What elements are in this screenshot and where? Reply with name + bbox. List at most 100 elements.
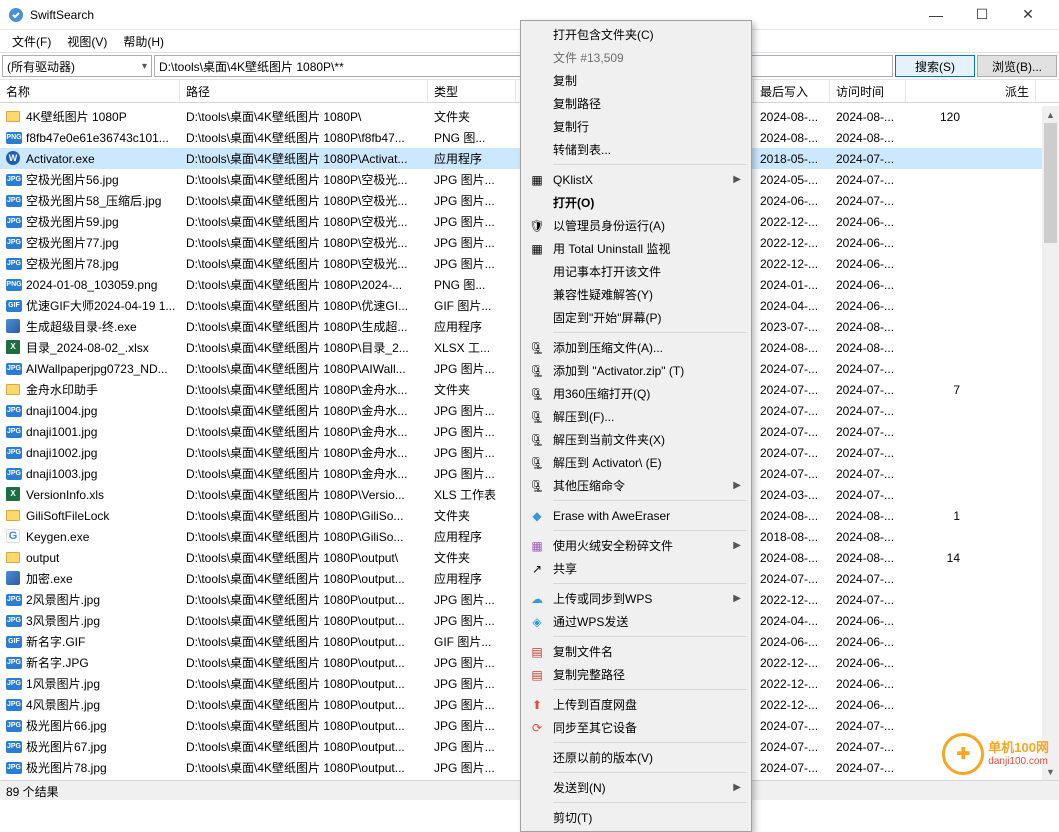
close-button[interactable]: ✕ — [1005, 0, 1051, 30]
ctx-cut[interactable]: 剪切(T) — [523, 806, 749, 829]
file-derived — [906, 694, 966, 715]
file-name: 极光图片67.jpg — [26, 738, 107, 755]
ctx-extract-to[interactable]: 🗜解压到(F)... — [523, 405, 749, 428]
file-type: GIF 图片... — [428, 295, 516, 316]
file-name: GiliSoftFileLock — [26, 509, 109, 523]
context-menu: 打开包含文件夹(C) 文件 #13,509 复制 复制路径 复制行 转储到表..… — [520, 20, 752, 832]
ctx-baidu[interactable]: ⬆上传到百度网盘 — [523, 693, 749, 716]
file-accessed: 2024-06-... — [830, 232, 906, 253]
file-icon: JPG — [6, 655, 22, 671]
file-accessed: 2024-07-... — [830, 148, 906, 169]
ctx-other-compress[interactable]: 🗜其他压缩命令▶ — [523, 474, 749, 497]
col-name[interactable]: 名称 — [0, 80, 180, 102]
maximize-button[interactable]: ☐ — [959, 0, 1005, 30]
ctx-qklistx[interactable]: ▦QKlistX▶ — [523, 168, 749, 191]
scroll-thumb[interactable] — [1044, 123, 1057, 243]
file-name: AIWallpaperjpg0723_ND... — [26, 362, 168, 376]
ctx-copy-path[interactable]: 复制路径 — [523, 92, 749, 115]
file-modified: 2024-07-... — [754, 379, 830, 400]
file-type: JPG 图片... — [428, 190, 516, 211]
file-path: D:\tools\桌面\4K壁纸图片 1080P\output... — [180, 757, 428, 778]
file-name: VersionInfo.xls — [26, 488, 104, 502]
file-type: 应用程序 — [428, 316, 516, 337]
file-path: D:\tools\桌面\4K壁纸图片 1080P\空极光... — [180, 169, 428, 190]
ctx-restore[interactable]: 还原以前的版本(V) — [523, 746, 749, 769]
ctx-copy-filename[interactable]: ▤复制文件名 — [523, 640, 749, 663]
minimize-button[interactable]: — — [913, 0, 959, 30]
ctx-huorong[interactable]: ▦使用火绒安全粉碎文件▶ — [523, 534, 749, 557]
ctx-send-to[interactable]: 发送到(N)▶ — [523, 776, 749, 799]
col-derived[interactable]: 派生 — [906, 80, 1036, 102]
scroll-up-icon[interactable]: ▲ — [1042, 106, 1059, 123]
file-modified: 2022-12-... — [754, 211, 830, 232]
file-accessed: 2024-06-... — [830, 274, 906, 295]
file-type: 文件夹 — [428, 505, 516, 526]
file-type: JPG 图片... — [428, 589, 516, 610]
ctx-sync-other[interactable]: ⟳同步至其它设备 — [523, 716, 749, 739]
ctx-open-360[interactable]: 🗜用360压缩打开(Q) — [523, 382, 749, 405]
ctx-add-archive[interactable]: 🗜添加到压缩文件(A)... — [523, 336, 749, 359]
drive-combo[interactable]: (所有驱动器) ▾ — [2, 55, 152, 77]
menu-view[interactable]: 视图(V) — [59, 31, 115, 52]
col-type[interactable]: 类型 — [428, 80, 516, 102]
file-accessed: 2024-06-... — [830, 253, 906, 274]
ctx-extract-folder[interactable]: 🗜解压到 Activator\ (E) — [523, 451, 749, 474]
watermark-logo-icon: ✚ — [942, 733, 984, 775]
file-modified: 2024-06-... — [754, 190, 830, 211]
ctx-erase[interactable]: ◆Erase with AweEraser — [523, 504, 749, 527]
file-derived — [906, 421, 966, 442]
file-name: 新名字.GIF — [26, 633, 85, 650]
file-derived: 1 — [906, 505, 966, 526]
file-accessed: 2024-07-... — [830, 400, 906, 421]
ctx-extract-here[interactable]: 🗜解压到当前文件夹(X) — [523, 428, 749, 451]
file-modified: 2024-07-... — [754, 757, 830, 778]
menu-file[interactable]: 文件(F) — [4, 31, 59, 52]
file-type: JPG 图片... — [428, 736, 516, 757]
file-accessed: 2024-08-... — [830, 316, 906, 337]
ctx-copy-fullpath[interactable]: ▤复制完整路径 — [523, 663, 749, 686]
file-accessed: 2024-07-... — [830, 589, 906, 610]
file-path: D:\tools\桌面\4K壁纸图片 1080P\output... — [180, 610, 428, 631]
ctx-add-zip[interactable]: 🗜添加到 "Activator.zip" (T) — [523, 359, 749, 382]
file-type: JPG 图片... — [428, 757, 516, 778]
browse-button[interactable]: 浏览(B)... — [977, 55, 1057, 77]
file-icon: JPG — [6, 403, 22, 419]
file-type: JPG 图片... — [428, 715, 516, 736]
ctx-copy-row[interactable]: 复制行 — [523, 115, 749, 138]
ctx-open-folder[interactable]: 打开包含文件夹(C) — [523, 23, 749, 46]
vertical-scrollbar[interactable]: ▲ ▼ — [1042, 106, 1059, 780]
ctx-copy[interactable]: 复制 — [523, 69, 749, 92]
file-path: D:\tools\桌面\4K壁纸图片 1080P\ — [180, 106, 428, 127]
col-accessed[interactable]: 访问时间 — [830, 80, 906, 102]
col-modified[interactable]: 最后写入 — [754, 80, 830, 102]
ctx-total-uninstall[interactable]: ▦用 Total Uninstall 监视 — [523, 237, 749, 260]
ctx-run-admin[interactable]: 🛡以管理员身份运行(A) — [523, 214, 749, 237]
col-path[interactable]: 路径 — [180, 80, 428, 102]
file-icon — [6, 550, 22, 566]
file-type: 文件夹 — [428, 379, 516, 400]
ctx-notepad[interactable]: 用记事本打开该文件 — [523, 260, 749, 283]
ctx-dump-table[interactable]: 转储到表... — [523, 138, 749, 161]
ctx-open[interactable]: 打开(O) — [523, 191, 749, 214]
file-type: JPG 图片... — [428, 694, 516, 715]
file-modified: 2024-07-... — [754, 400, 830, 421]
menu-help[interactable]: 帮助(H) — [115, 31, 172, 52]
ctx-wps-sync[interactable]: ☁上传或同步到WPS▶ — [523, 587, 749, 610]
search-button[interactable]: 搜索(S) — [895, 55, 975, 77]
file-type: 文件夹 — [428, 547, 516, 568]
file-accessed: 2024-06-... — [830, 694, 906, 715]
app-icon — [8, 7, 24, 23]
ctx-share[interactable]: ↗共享 — [523, 557, 749, 580]
ctx-pin-start[interactable]: 固定到"开始"屏幕(P) — [523, 306, 749, 329]
file-type: JPG 图片... — [428, 673, 516, 694]
file-icon: JPG — [6, 760, 22, 776]
file-type: 文件夹 — [428, 106, 516, 127]
file-modified: 2024-08-... — [754, 505, 830, 526]
share-icon: ↗ — [529, 561, 545, 577]
file-path: D:\tools\桌面\4K壁纸图片 1080P\生成超... — [180, 316, 428, 337]
file-path: D:\tools\桌面\4K壁纸图片 1080P\2024-... — [180, 274, 428, 295]
file-accessed: 2024-07-... — [830, 169, 906, 190]
ctx-wps-send[interactable]: ◈通过WPS发送 — [523, 610, 749, 633]
ctx-compat[interactable]: 兼容性疑难解答(Y) — [523, 283, 749, 306]
file-path: D:\tools\桌面\4K壁纸图片 1080P\AIWall... — [180, 358, 428, 379]
